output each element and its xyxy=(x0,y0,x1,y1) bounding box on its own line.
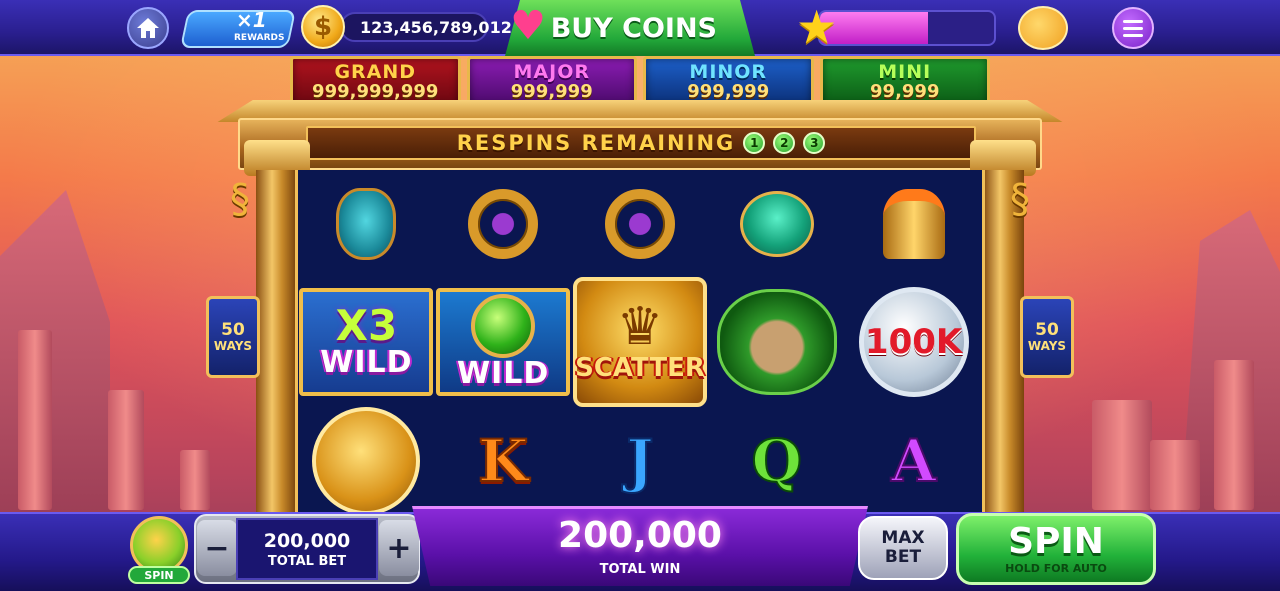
menu-icon-line xyxy=(1123,33,1143,37)
total-bet-label: TOTAL BET xyxy=(267,553,347,569)
reel-cell: K xyxy=(435,407,572,515)
card-a-symbol: A xyxy=(890,427,937,495)
spin-sublabel: HOLD FOR AUTO xyxy=(1005,561,1107,575)
urn-symbol-icon xyxy=(336,187,397,260)
reel-cell: Q xyxy=(708,407,845,515)
spin-label: SPIN xyxy=(1008,520,1104,562)
ruin-column xyxy=(108,390,144,510)
reel-cell: WILD xyxy=(435,277,572,407)
card-q-symbol: Q xyxy=(751,427,804,495)
ring-symbol-icon xyxy=(604,188,675,259)
reel-cell: 100K xyxy=(845,277,982,407)
respin-counter: 3 xyxy=(803,132,826,154)
prize-100k-symbol: 100K xyxy=(858,287,969,397)
max-bet-label-line2: BET xyxy=(884,547,922,567)
coin-balance-value: 123,456,789,012 xyxy=(360,17,512,37)
ways-badge-left: 50 WAYS xyxy=(206,296,260,378)
reel-cell xyxy=(298,407,435,515)
card-k-symbol: K xyxy=(477,427,529,495)
reel-cell: ♛ SCATTER xyxy=(572,277,709,407)
home-button[interactable] xyxy=(127,7,169,49)
ways-label: WAYS xyxy=(213,338,253,353)
menu-icon-line xyxy=(1123,26,1143,30)
cobra-icon: ♛ xyxy=(616,297,664,357)
piggy-bank-icon[interactable] xyxy=(1018,6,1068,50)
scatter-symbol: ♛ SCATTER xyxy=(572,277,707,407)
gift-spin-button[interactable]: SPIN xyxy=(128,566,190,584)
bet-decrease-button[interactable]: − xyxy=(197,520,237,576)
medusa-symbol-icon xyxy=(716,289,837,395)
jackpot-name: MINOR xyxy=(689,60,768,83)
total-bet-value: 200,000 xyxy=(263,529,351,552)
wild-multiplier: X3 xyxy=(335,301,398,351)
jackpot-value: 999,999 xyxy=(687,80,770,102)
max-bet-button[interactable]: MAX BET xyxy=(858,516,948,580)
ruin-column xyxy=(1092,400,1152,510)
max-bet-label-line1: MAX xyxy=(881,528,925,549)
ruin-column xyxy=(18,330,52,510)
star-icon: ★ xyxy=(796,0,838,54)
snake-icon: § xyxy=(230,176,250,222)
reel-cell xyxy=(708,170,845,277)
reel-cell xyxy=(298,170,435,277)
wild-label: WILD xyxy=(320,345,413,381)
menu-icon-line xyxy=(1123,19,1143,23)
reel-cell: J xyxy=(572,407,709,515)
x3-wild-symbol: X3 WILD xyxy=(299,288,434,396)
scarab-symbol-icon xyxy=(739,190,814,257)
spin-button[interactable]: SPIN HOLD FOR AUTO xyxy=(956,513,1156,585)
jackpot-value: 999,999 xyxy=(510,80,593,102)
ways-count: 50 xyxy=(1035,320,1059,341)
rewards-multiplier-value: ×1 xyxy=(236,8,267,32)
respins-banner: RESPINS REMAINING 1 2 3 xyxy=(306,126,976,160)
total-win-label: TOTAL WIN xyxy=(599,562,681,577)
gem-wild-symbol: WILD xyxy=(436,288,571,396)
total-bet-display: 200,000 TOTAL BET xyxy=(236,518,378,580)
jackpot-value: 99,999 xyxy=(870,80,940,102)
coin-balance: 123,456,789,012 xyxy=(340,12,512,42)
jackpot-name: MAJOR xyxy=(513,60,590,83)
reel-cell xyxy=(572,170,709,277)
reel-cell: X3 WILD xyxy=(298,277,435,407)
ruin-column xyxy=(180,450,210,510)
ruin-column xyxy=(1214,360,1254,510)
respin-counter: 2 xyxy=(773,132,796,154)
medusa-coin-symbol-icon xyxy=(312,407,421,515)
reel-cell xyxy=(708,277,845,407)
jackpot-name: GRAND xyxy=(334,60,417,83)
level-progress-bar xyxy=(818,10,996,46)
ring-symbol-icon xyxy=(468,188,539,259)
respin-counter: 1 xyxy=(743,132,766,154)
buy-coins-label: BUY COINS xyxy=(550,12,717,44)
reel-cell xyxy=(845,170,982,277)
emerald-gem-icon xyxy=(471,294,536,359)
ruin-column xyxy=(1150,440,1200,510)
respins-label: RESPINS REMAINING xyxy=(456,131,736,155)
jackpot-value: 999,999,999 xyxy=(312,80,439,102)
ways-badge-right: 50 WAYS xyxy=(1020,296,1074,378)
ways-label: WAYS xyxy=(1027,338,1067,353)
rewards-label: REWARDS xyxy=(234,33,285,43)
reel-grid: X3 WILD WILD ♛ SCATTER 100K K J Q A xyxy=(295,170,985,515)
scatter-label: SCATTER xyxy=(575,353,705,383)
helmet-symbol-icon xyxy=(882,188,945,259)
home-icon xyxy=(137,18,159,38)
card-j-symbol: J xyxy=(625,427,654,495)
reel-cell xyxy=(435,170,572,277)
heart-icon: ♥ xyxy=(510,3,546,49)
ways-count: 50 xyxy=(221,320,245,341)
left-pillar xyxy=(256,170,296,515)
menu-button[interactable] xyxy=(1112,7,1154,49)
total-win-value: 200,000 xyxy=(558,515,722,556)
jackpot-name: MINI xyxy=(878,60,932,83)
reel-cell: A xyxy=(845,407,982,515)
dollar-coin-icon: $ xyxy=(301,5,345,49)
wild-label: WILD xyxy=(457,356,550,392)
snake-icon: § xyxy=(1010,176,1030,222)
